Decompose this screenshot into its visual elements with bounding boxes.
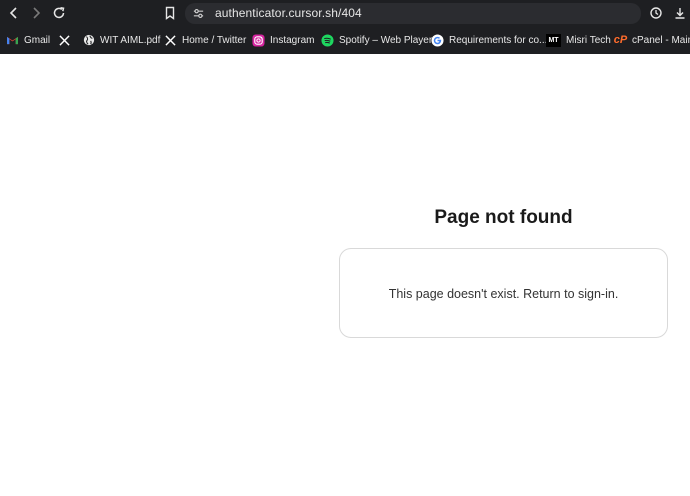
not-found-message: This page doesn't exist. Return to sign-… — [340, 286, 667, 302]
bookmark-page-button[interactable] — [160, 4, 180, 22]
google-icon — [431, 33, 444, 47]
page-title: Page not found — [434, 207, 573, 228]
not-found-card: This page doesn't exist. Return to sign-… — [339, 248, 668, 338]
history-button[interactable] — [646, 4, 666, 22]
bookmark-cpanel[interactable]: cP cPanel - Main — [614, 31, 690, 49]
address-row: authenticator.cursor.sh/404 — [0, 0, 690, 27]
x-icon — [58, 34, 71, 47]
forward-button[interactable] — [26, 4, 46, 22]
history-icon — [650, 7, 662, 19]
mt-icon: MT — [546, 33, 561, 47]
bookmark-wit-aiml[interactable]: WIT AIML.pdf — [82, 31, 160, 49]
bookmark-label: Home / Twitter — [182, 34, 247, 46]
download-icon — [675, 8, 685, 19]
bookmark-x[interactable] — [58, 31, 76, 49]
bookmark-label: Instagram — [270, 34, 315, 46]
reload-button[interactable] — [49, 4, 69, 22]
bookmark-instagram[interactable]: Instagram — [252, 31, 314, 49]
bookmark-label: Spotify – Web Player — [339, 34, 433, 46]
cpanel-icon: cP — [613, 34, 628, 46]
instagram-icon — [252, 33, 265, 47]
download-button[interactable] — [670, 4, 690, 22]
url-text[interactable]: authenticator.cursor.sh/404 — [215, 6, 362, 21]
bookmark-icon — [165, 6, 175, 20]
bookmark-misri-tech[interactable]: MT Misri Tech — [546, 31, 611, 49]
globe-icon — [82, 34, 95, 47]
return-to-sign-in-link[interactable]: Return to sign-in. — [523, 287, 618, 301]
bookmark-requirements[interactable]: Requirements for co... — [431, 31, 547, 49]
bookmark-label: cPanel - Main — [632, 34, 690, 46]
bookmark-home-twitter[interactable]: Home / Twitter — [164, 31, 246, 49]
bookmark-label: Gmail — [24, 34, 51, 46]
back-button[interactable] — [4, 4, 24, 22]
bookmarks-bar: Gmail WIT AIML.pdf Home / Twitter Instag… — [0, 28, 690, 52]
bookmark-gmail[interactable]: Gmail — [6, 31, 50, 49]
site-settings-icon[interactable] — [191, 6, 206, 21]
message-text: This page doesn't exist. — [388, 287, 524, 301]
spotify-icon — [321, 33, 334, 47]
gmail-icon — [6, 34, 19, 47]
address-bar[interactable]: authenticator.cursor.sh/404 — [185, 3, 641, 24]
bookmark-spotify[interactable]: Spotify – Web Player — [321, 31, 432, 49]
bookmark-label: Misri Tech — [566, 34, 611, 46]
chevron-left-icon — [9, 7, 17, 19]
bookmark-label: Requirements for co... — [449, 34, 548, 46]
reload-icon — [53, 7, 65, 19]
bookmark-label: WIT AIML.pdf — [100, 34, 161, 46]
browser-chrome: authenticator.cursor.sh/404 Gmail WIT AI… — [0, 0, 690, 54]
x-icon — [164, 34, 177, 47]
chevron-right-icon — [33, 7, 41, 19]
